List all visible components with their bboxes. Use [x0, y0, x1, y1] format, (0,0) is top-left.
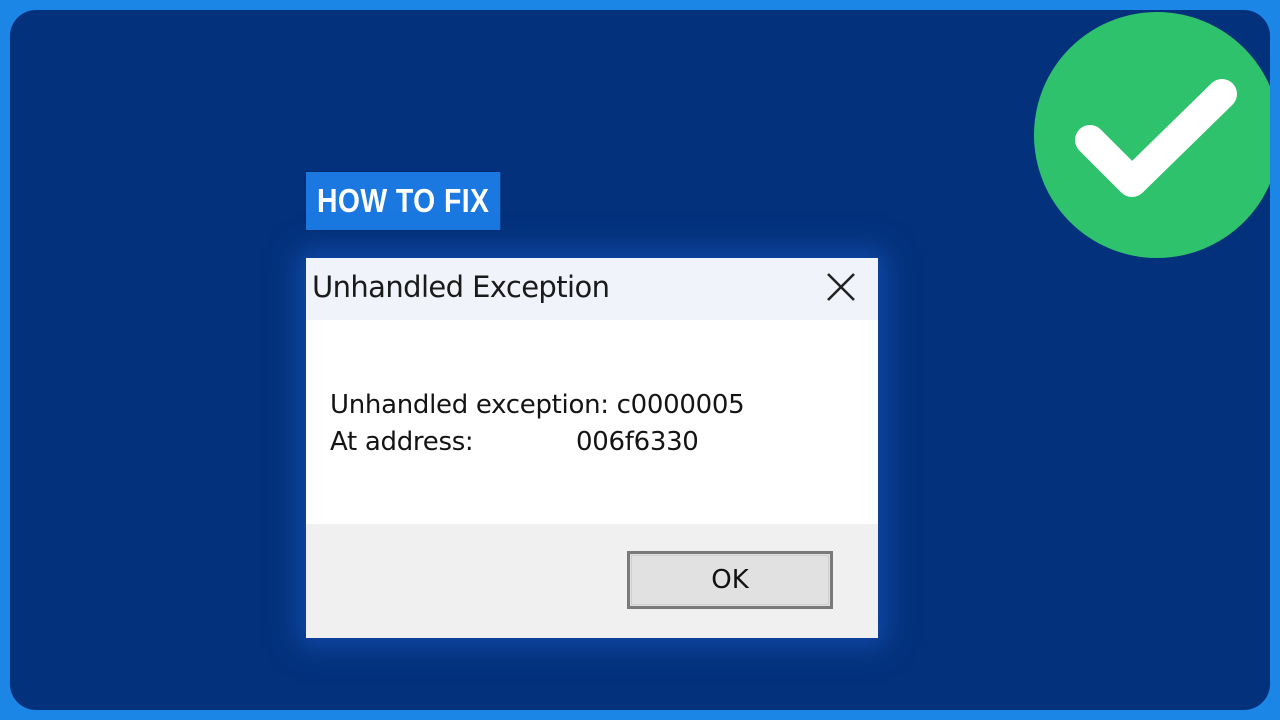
- how-to-fix-badge: HOW TO FIX: [306, 172, 501, 230]
- address-label: At address:: [330, 427, 474, 457]
- check-circle-icon: [1034, 12, 1270, 258]
- exception-message: Unhandled exception: c0000005: [330, 390, 745, 420]
- dialog-content: Unhandled exception: c0000005 At address…: [306, 320, 878, 524]
- dialog-footer: OK: [306, 524, 878, 638]
- ok-button[interactable]: OK: [627, 551, 833, 609]
- ok-button-label: OK: [711, 565, 749, 595]
- close-icon[interactable]: [818, 266, 864, 310]
- thumbnail-background: HOW TO FIX Unhandled Exception Unhandled…: [10, 10, 1270, 710]
- error-dialog: Unhandled Exception Unhandled exception:…: [306, 258, 878, 638]
- dialog-title: Unhandled Exception: [312, 270, 610, 304]
- address-value: 006f6330: [576, 427, 699, 457]
- dialog-titlebar: Unhandled Exception: [306, 258, 878, 320]
